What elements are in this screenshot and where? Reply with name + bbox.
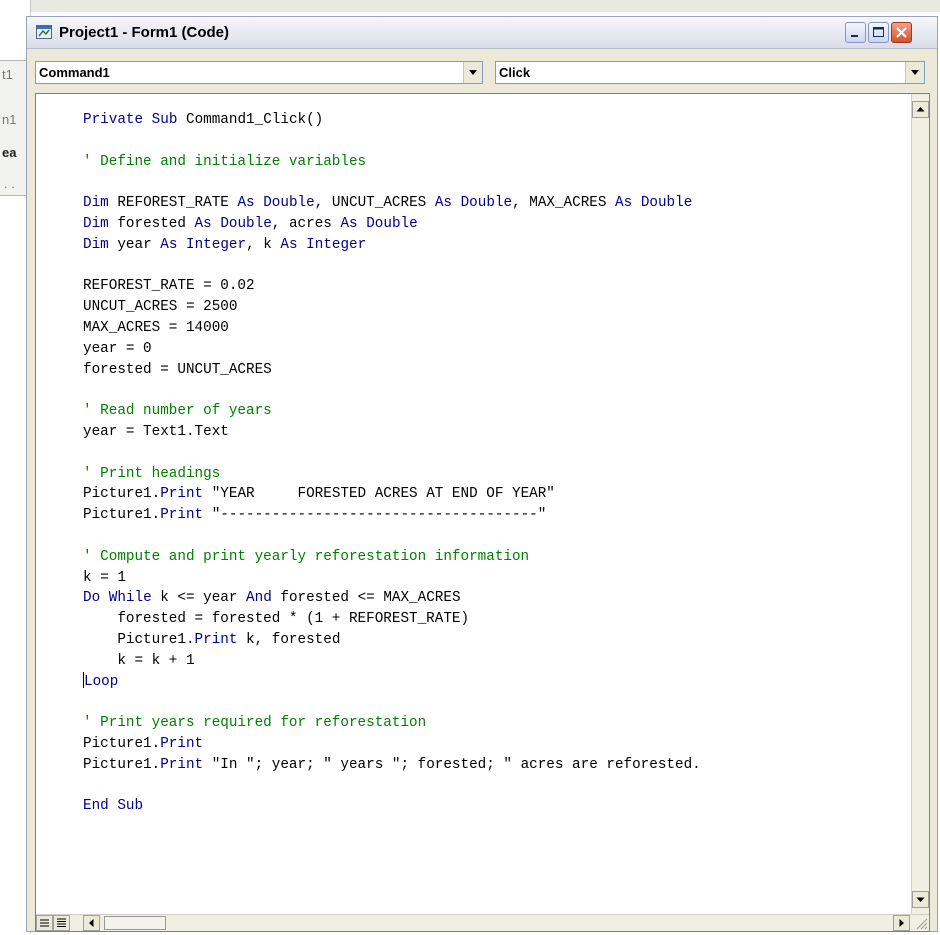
- code-line[interactable]: Picture1.Print "------------------------…: [83, 505, 701, 526]
- code-line[interactable]: ​: [83, 380, 701, 401]
- full-module-view-button[interactable]: [53, 915, 70, 931]
- background-ide-top: [0, 0, 940, 12]
- title-bar[interactable]: Project1 - Form1 (Code): [27, 17, 937, 49]
- code-line[interactable]: Picture1.Print "YEAR FORESTED ACRES AT E…: [83, 484, 701, 505]
- scroll-up-button[interactable]: [912, 101, 929, 118]
- code-line[interactable]: Dim year As Integer, k As Integer: [83, 235, 701, 256]
- background-fragment: ea: [2, 145, 17, 160]
- code-text[interactable]: Private Sub Command1_Click()​' Define an…: [83, 110, 701, 817]
- procedure-view-button[interactable]: [36, 915, 53, 931]
- code-line[interactable]: Private Sub Command1_Click(): [83, 110, 701, 131]
- full-module-view-icon: [57, 918, 66, 927]
- procedure-dropdown[interactable]: Click: [495, 61, 925, 84]
- close-button[interactable]: [891, 22, 912, 43]
- code-window: Project1 - Form1 (Code) Command1 Click P…: [26, 16, 938, 932]
- horizontal-scroll-thumb[interactable]: [104, 916, 166, 930]
- code-line[interactable]: forested = forested * (1 + REFOREST_RATE…: [83, 609, 701, 630]
- code-line[interactable]: year = 0: [83, 339, 701, 360]
- horizontal-scrollbar[interactable]: [36, 914, 929, 931]
- code-line[interactable]: ​: [83, 776, 701, 797]
- code-line[interactable]: ​: [83, 692, 701, 713]
- code-line[interactable]: ​: [83, 526, 701, 547]
- code-line[interactable]: Dim REFOREST_RATE As Double, UNCUT_ACRES…: [83, 193, 701, 214]
- window-title: Project1 - Form1 (Code): [59, 24, 230, 41]
- code-line[interactable]: UNCUT_ACRES = 2500: [83, 297, 701, 318]
- background-fragment: t1: [2, 67, 13, 82]
- minimize-icon: [851, 35, 858, 37]
- code-line[interactable]: ' Print years required for reforestation: [83, 713, 701, 734]
- maximize-icon: [873, 27, 884, 37]
- code-line[interactable]: End Sub: [83, 796, 701, 817]
- code-line[interactable]: Loop: [83, 671, 701, 693]
- scroll-left-button[interactable]: [83, 915, 100, 931]
- code-line[interactable]: MAX_ACRES = 14000: [83, 318, 701, 339]
- code-line[interactable]: ​: [83, 256, 701, 277]
- vb-code-window-icon: [36, 25, 52, 39]
- code-line[interactable]: ​: [83, 443, 701, 464]
- background-fragment: . .: [4, 176, 15, 191]
- maximize-button[interactable]: [868, 22, 889, 43]
- chevron-down-icon: [469, 70, 477, 75]
- code-line[interactable]: ​: [83, 172, 701, 193]
- code-line[interactable]: Picture1.Print k, forested: [83, 630, 701, 651]
- scroll-right-button[interactable]: [893, 915, 910, 931]
- code-line[interactable]: Picture1.Print "In "; year; " years "; f…: [83, 755, 701, 776]
- code-editor[interactable]: Private Sub Command1_Click()​' Define an…: [35, 93, 930, 932]
- code-line[interactable]: ' Read number of years: [83, 401, 701, 422]
- arrow-right-icon: [899, 919, 904, 927]
- code-line[interactable]: k = 1: [83, 568, 701, 589]
- procedure-dropdown-arrow[interactable]: [905, 62, 924, 83]
- code-line[interactable]: forested = UNCUT_ACRES: [83, 360, 701, 381]
- minimize-button[interactable]: [845, 22, 866, 43]
- code-line[interactable]: year = Text1.Text: [83, 422, 701, 443]
- arrow-left-icon: [89, 919, 94, 927]
- background-fragment: n1: [2, 112, 17, 127]
- code-line[interactable]: Dim forested As Double, acres As Double: [83, 214, 701, 235]
- code-line[interactable]: Picture1.Print: [83, 734, 701, 755]
- code-line[interactable]: k = k + 1: [83, 651, 701, 672]
- code-line[interactable]: Do While k <= year And forested <= MAX_A…: [83, 588, 701, 609]
- object-dropdown-arrow[interactable]: [463, 62, 482, 83]
- object-dropdown-value: Command1: [39, 65, 110, 80]
- arrow-down-icon: [916, 897, 925, 902]
- arrow-up-icon: [916, 107, 925, 112]
- scroll-down-button[interactable]: [912, 891, 929, 908]
- code-line[interactable]: ​: [83, 131, 701, 152]
- object-dropdown[interactable]: Command1: [35, 61, 483, 84]
- code-line[interactable]: ' Compute and print yearly reforestation…: [83, 547, 701, 568]
- chevron-down-icon: [911, 70, 919, 75]
- code-line[interactable]: REFOREST_RATE = 0.02: [83, 276, 701, 297]
- close-icon: [896, 27, 907, 38]
- editor-margin: [36, 94, 51, 918]
- procedure-dropdown-value: Click: [499, 65, 531, 80]
- code-line[interactable]: ' Print headings: [83, 464, 701, 485]
- procedure-view-icon: [40, 919, 49, 927]
- code-line[interactable]: ' Define and initialize variables: [83, 152, 701, 173]
- vertical-scrollbar[interactable]: [911, 94, 929, 918]
- resize-grip-icon[interactable]: [913, 915, 928, 930]
